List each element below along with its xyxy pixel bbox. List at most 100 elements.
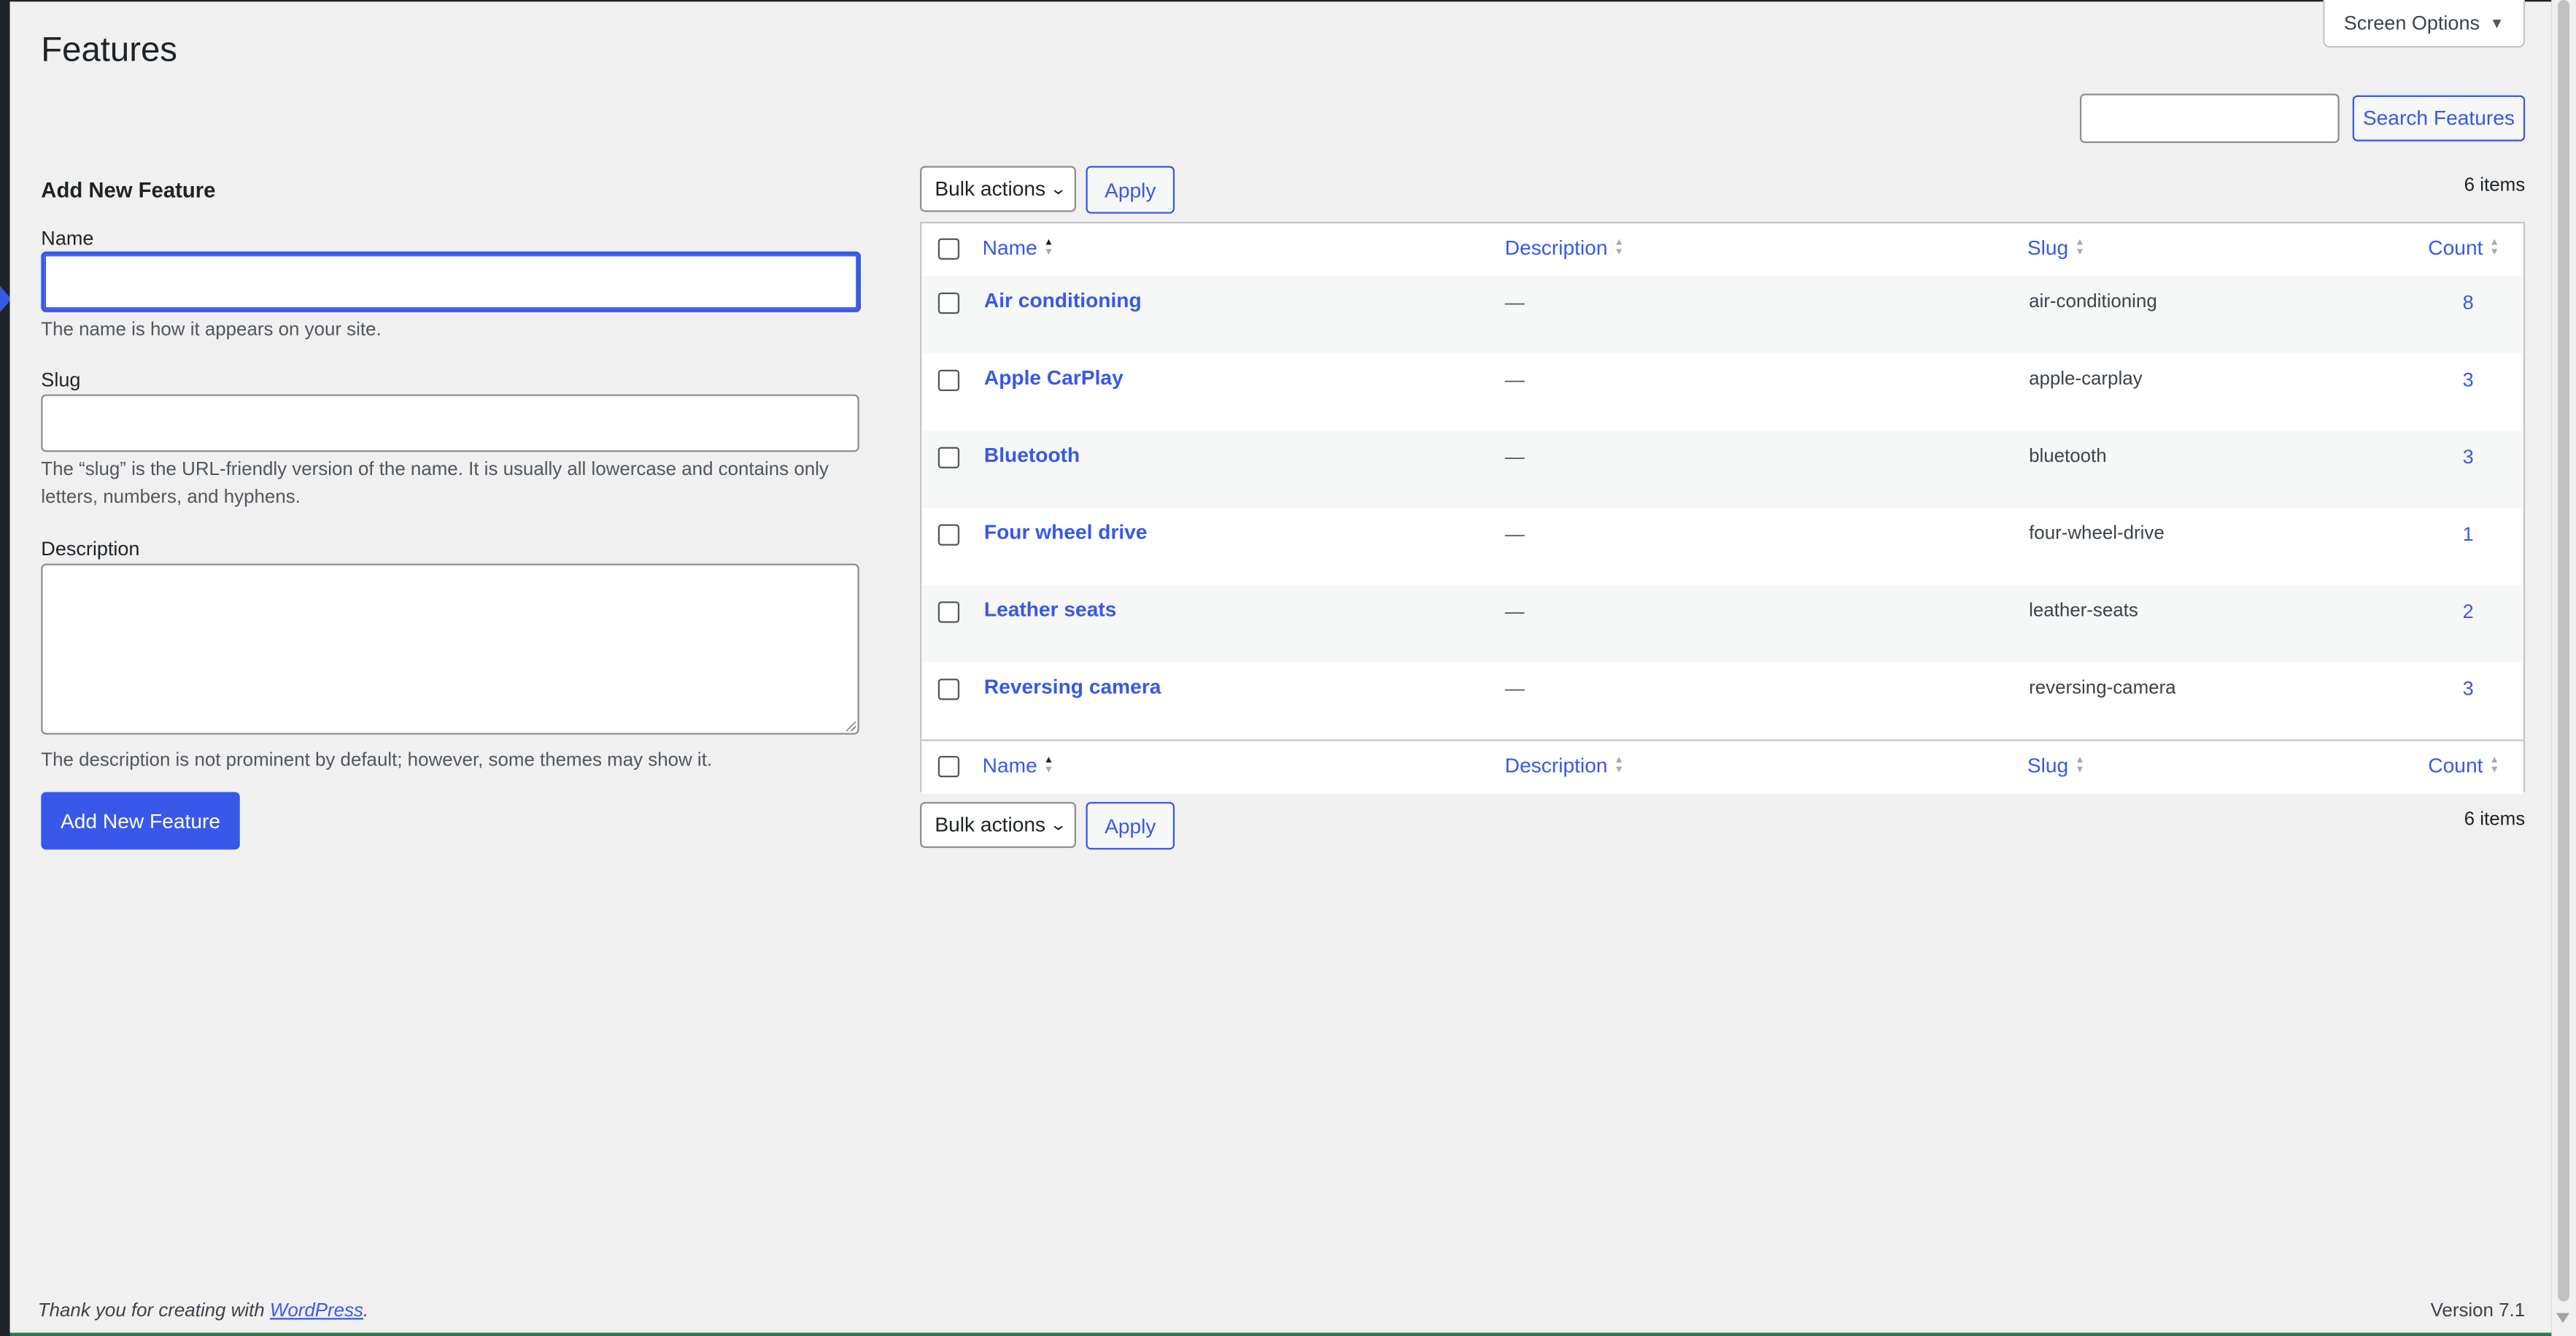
row-description: — — [1504, 522, 1525, 546]
table-row: Leather seats — leather-seats 2 — [921, 584, 2523, 663]
name-label: Name — [41, 226, 94, 250]
row-checkbox[interactable] — [937, 679, 960, 700]
column-description-label: Description — [1504, 754, 1608, 778]
main-content: Features Screen Options ▼ Search Feature… — [9, 0, 2552, 1333]
row-name-link[interactable]: Leather seats — [984, 598, 1117, 622]
row-checkbox[interactable] — [937, 369, 960, 392]
admin-menu-edge — [0, 0, 10, 1336]
row-name-link[interactable]: Bluetooth — [984, 444, 1080, 467]
column-description-footer[interactable]: Description ▲ ▼ — [1505, 754, 1624, 778]
row-slug: air-conditioning — [2029, 292, 2157, 312]
bulk-actions-value: Bulk actions — [935, 813, 1046, 837]
page-title: Features — [41, 31, 177, 69]
column-count-label: Count — [2428, 236, 2483, 260]
column-slug-label: Slug — [2027, 754, 2069, 778]
sort-icon: ▲ ▼ — [1614, 238, 1624, 258]
sort-icon: ▲ ▼ — [2075, 756, 2085, 776]
footer-thanks-text: Thank you for creating with — [37, 1301, 270, 1321]
apply-button-bottom[interactable]: Apply — [1086, 802, 1175, 850]
description-help: The description is not prominent by defa… — [41, 751, 713, 771]
viewport: Features Screen Options ▼ Search Feature… — [0, 0, 2576, 1336]
row-description: — — [1504, 676, 1525, 700]
column-count-header[interactable]: Count ▲ ▼ — [2428, 236, 2499, 260]
screen-options-button[interactable]: Screen Options ▼ — [2323, 0, 2526, 48]
row-checkbox[interactable] — [937, 524, 960, 546]
row-slug: four-wheel-drive — [2029, 524, 2165, 544]
footer-thanks-suffix: . — [363, 1301, 369, 1321]
row-count-link[interactable]: 1 — [2463, 522, 2474, 546]
row-name-link[interactable]: Apple CarPlay — [984, 366, 1123, 390]
column-slug-label: Slug — [2027, 236, 2069, 260]
bulk-actions-value: Bulk actions — [935, 177, 1046, 201]
table-header: Name ▲ ▼ Description ▲ ▼ Slug ▲ ▼ Count ▲ ▼ — [921, 223, 2523, 278]
row-name-link[interactable]: Air conditioning — [984, 289, 1142, 312]
form-title: Add New Feature — [41, 177, 216, 203]
resize-handle-icon[interactable] — [846, 721, 856, 732]
column-count-label: Count — [2428, 754, 2483, 778]
row-slug: reversing-camera — [2029, 679, 2176, 699]
search-input[interactable] — [2079, 93, 2340, 143]
sort-icon: ▲ ▼ — [1614, 756, 1624, 776]
add-new-feature-button[interactable]: Add New Feature — [41, 792, 240, 850]
description-label: Description — [41, 537, 140, 561]
row-checkbox[interactable] — [937, 447, 960, 468]
items-count-bottom: 6 items — [2464, 810, 2526, 830]
select-all-checkbox[interactable] — [937, 238, 960, 260]
bulk-actions-select-bottom[interactable]: Bulk actions ⌄ — [920, 802, 1076, 849]
row-count-link[interactable]: 2 — [2463, 600, 2474, 623]
screen-options-label: Screen Options — [2343, 11, 2480, 35]
name-help: The name is how it appears on your site. — [41, 320, 382, 341]
scrollbar-thumb[interactable] — [2558, 0, 2569, 1302]
apply-button-top[interactable]: Apply — [1086, 166, 1175, 214]
scroll-down-arrow-icon[interactable] — [2556, 1313, 2569, 1324]
row-description: — — [1504, 600, 1525, 623]
select-all-checkbox-bottom[interactable] — [937, 756, 960, 778]
column-description-header[interactable]: Description ▲ ▼ — [1505, 236, 1624, 260]
scrollbar[interactable] — [2551, 0, 2576, 1336]
sort-icon: ▲ ▼ — [1043, 238, 1054, 258]
row-name-link[interactable]: Four wheel drive — [984, 521, 1148, 544]
row-slug: bluetooth — [2029, 447, 2107, 467]
table-footer: Name ▲ ▼ Description ▲ ▼ Slug ▲ ▼ Count ▲ ▼ — [921, 739, 2523, 794]
slug-label: Slug — [41, 368, 81, 392]
column-count-footer[interactable]: Count ▲ ▼ — [2428, 754, 2499, 778]
row-name-link[interactable]: Reversing camera — [984, 676, 1161, 699]
row-count-link[interactable]: 8 — [2463, 291, 2474, 314]
app-frame: Features Screen Options ▼ Search Feature… — [0, 0, 2576, 1336]
column-slug-header[interactable]: Slug ▲ ▼ — [2027, 236, 2085, 260]
row-description: — — [1504, 445, 1525, 468]
items-count-top: 6 items — [2464, 175, 2526, 196]
table-row: Reversing camera — reversing-camera 3 — [921, 663, 2523, 740]
search-features-button[interactable]: Search Features — [2352, 95, 2526, 142]
row-description: — — [1504, 368, 1525, 392]
row-checkbox[interactable] — [937, 292, 960, 314]
slug-field[interactable] — [41, 394, 859, 452]
column-name-footer[interactable]: Name ▲ ▼ — [983, 754, 1054, 778]
table-row: Apple CarPlay — apple-carplay 3 — [921, 353, 2523, 430]
sort-icon: ▲ ▼ — [2075, 238, 2085, 258]
column-slug-footer[interactable]: Slug ▲ ▼ — [2027, 754, 2085, 778]
row-count-link[interactable]: 3 — [2463, 445, 2474, 468]
footer-thanks: Thank you for creating with WordPress. — [38, 1302, 368, 1321]
column-name-header[interactable]: Name ▲ ▼ — [983, 236, 1054, 260]
name-field[interactable] — [41, 251, 861, 312]
table-row: Four wheel drive — four-wheel-drive 1 — [921, 508, 2523, 585]
table-row: Bluetooth — bluetooth 3 — [921, 430, 2523, 508]
row-slug: leather-seats — [2029, 601, 2138, 622]
column-name-label: Name — [982, 754, 1037, 778]
table-row: Air conditioning — air-conditioning 8 — [921, 276, 2523, 354]
column-description-label: Description — [1504, 236, 1608, 260]
row-checkbox[interactable] — [937, 601, 960, 623]
sort-icon: ▲ ▼ — [2489, 238, 2499, 258]
chevron-down-icon: ⌄ — [1050, 179, 1068, 198]
sort-icon: ▲ ▼ — [1043, 756, 1054, 776]
row-count-link[interactable]: 3 — [2463, 677, 2474, 700]
wordpress-link[interactable]: WordPress — [270, 1302, 363, 1321]
bulk-actions-select-top[interactable]: Bulk actions ⌄ — [920, 166, 1076, 212]
sort-icon: ▲ ▼ — [2489, 756, 2499, 776]
features-table: Name ▲ ▼ Description ▲ ▼ Slug ▲ ▼ Count ▲ ▼ — [920, 222, 2526, 794]
caret-down-icon: ▼ — [2489, 15, 2505, 31]
bottom-border — [9, 1332, 2552, 1336]
description-textarea[interactable] — [41, 563, 859, 735]
row-count-link[interactable]: 3 — [2463, 368, 2474, 391]
